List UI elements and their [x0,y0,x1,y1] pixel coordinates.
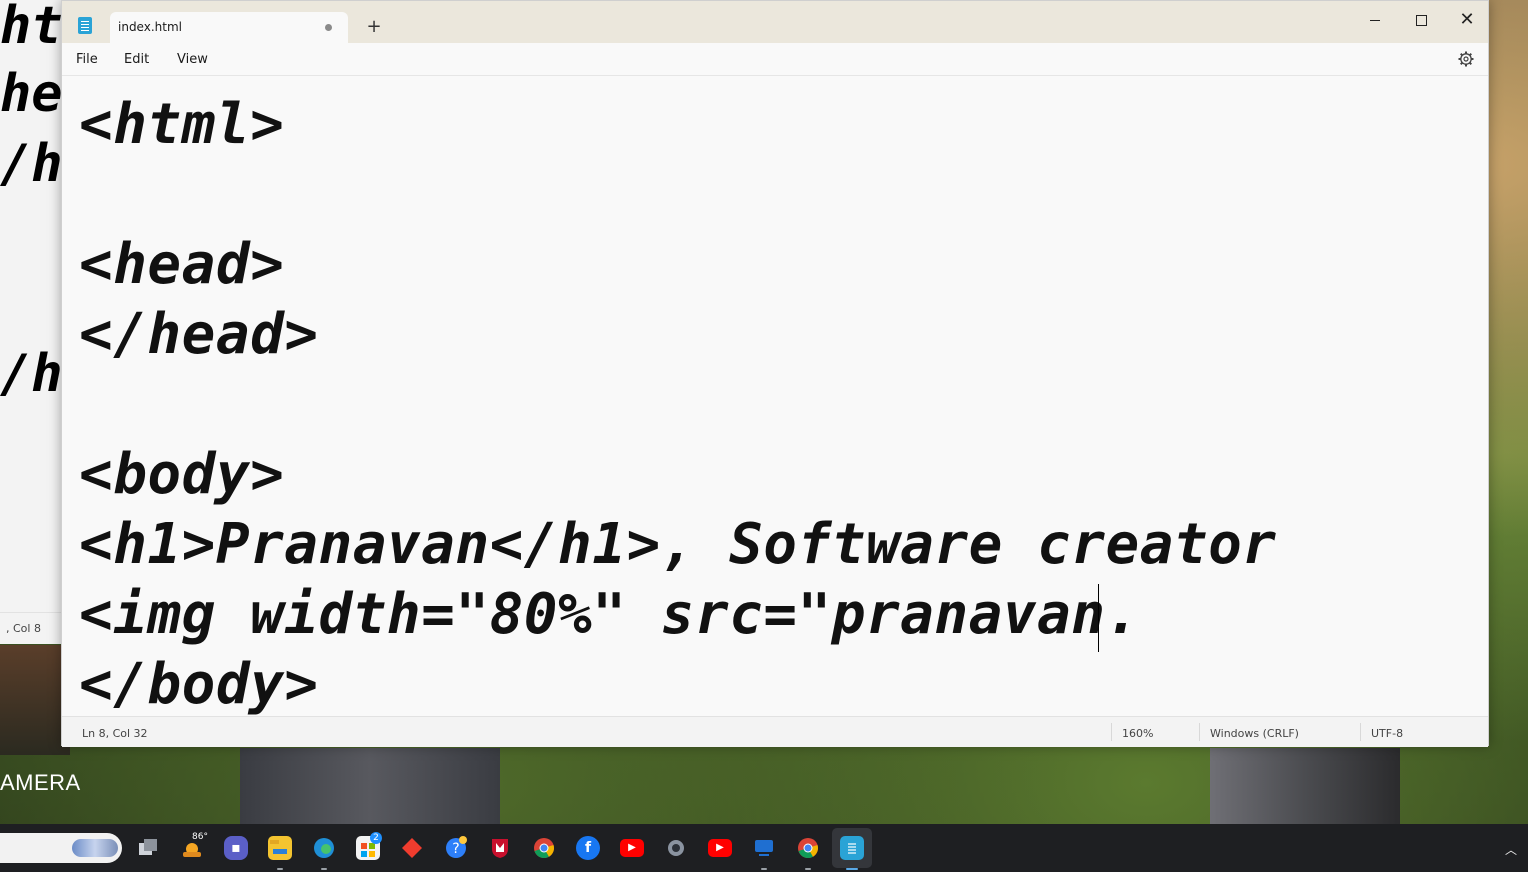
remote-desktop-icon[interactable] [752,836,776,860]
teams-chat-icon[interactable]: ▪ [224,836,248,860]
status-divider [1111,723,1112,741]
youtube-icon[interactable]: ▶ [708,839,732,857]
background-code-line: ht [0,0,62,56]
line-ending[interactable]: Windows (CRLF) [1210,727,1299,740]
menu-bar: File Edit View [62,43,1488,76]
menu-view[interactable]: View [177,52,208,67]
mcafee-shield-icon[interactable] [488,836,512,860]
edge-browser-icon[interactable] [312,836,336,860]
facebook-icon[interactable]: f [576,836,600,860]
title-bar[interactable]: index.html + ✕ [62,1,1488,43]
task-view-icon[interactable] [136,836,160,860]
background-code-line: /h [0,134,62,194]
store-notification-badge: 2 [370,832,382,844]
settings-icon[interactable] [664,836,688,860]
wallpaper-ground [0,645,70,755]
running-indicator [321,868,327,870]
encoding[interactable]: UTF-8 [1371,727,1403,740]
status-bar: Ln 8, Col 32 160% Windows (CRLF) UTF-8 [62,716,1488,747]
tab-label: index.html [118,20,182,34]
git-diamond-icon[interactable] [400,836,424,860]
code-line: <html> [79,92,285,157]
zoom-level[interactable]: 160% [1122,727,1153,740]
notepad-app-icon [78,17,92,34]
background-code-line: /h [0,344,62,404]
settings-gear-icon[interactable] [1458,51,1474,67]
chrome-icon[interactable] [796,836,820,860]
search-highlight-image [72,839,118,857]
status-divider [1360,723,1361,741]
maximize-button[interactable] [1398,5,1444,35]
code-line: <img width="80%" src="pranavan. [79,582,1140,647]
get-help-icon[interactable]: ? [444,836,468,860]
background-code-line: he [0,64,62,124]
menu-file[interactable]: File [76,52,98,67]
text-editor-area[interactable]: <html> <head> </head> <body> <h1>Pranava… [62,76,1488,716]
wallpaper-person-legs [240,748,500,824]
maximize-icon [1415,15,1427,26]
background-notepad-window[interactable]: ht he /h /h , Col 8 [0,0,62,644]
close-button[interactable]: ✕ [1444,5,1490,35]
running-indicator [805,868,811,870]
text-caret [1098,584,1099,652]
code-line: <h1>Pranavan</h1>, Software creator [79,512,1277,577]
file-explorer-icon[interactable] [268,836,292,860]
show-hidden-icons-chevron-up-icon[interactable]: ︿ [1505,841,1517,858]
new-tab-button[interactable]: + [362,15,386,39]
cursor-position: Ln 8, Col 32 [82,727,148,740]
active-indicator [846,868,858,870]
taskbar: 86° ▪ 2 ? f ▶ ▶ ︿ [0,824,1528,872]
background-status-text: , Col 8 [0,612,62,644]
code-line: </body> [79,652,319,716]
wallpaper-person-legs-right [1210,748,1400,824]
minimize-icon [1370,20,1380,21]
weather-temperature: 86° [192,832,208,842]
notepad-window: index.html + ✕ File Edit View <html> <he… [61,0,1489,747]
taskbar-search-box[interactable] [0,833,122,863]
tab-index-html[interactable]: index.html [110,12,348,43]
notepad-icon[interactable] [840,836,864,860]
camera-label: AMERA [0,770,81,795]
running-indicator [277,868,283,870]
chrome-icon[interactable] [532,836,556,860]
running-indicator [761,868,767,870]
status-divider [1199,723,1200,741]
code-line: <head> [79,232,285,297]
svg-text:?: ? [452,841,459,857]
menu-edit[interactable]: Edit [124,52,149,67]
code-line: </head> [79,302,319,367]
unsaved-dot-icon[interactable] [325,24,332,31]
youtube-icon[interactable]: ▶ [620,839,644,857]
minimize-button[interactable] [1352,5,1398,35]
code-line: <body> [79,442,285,507]
